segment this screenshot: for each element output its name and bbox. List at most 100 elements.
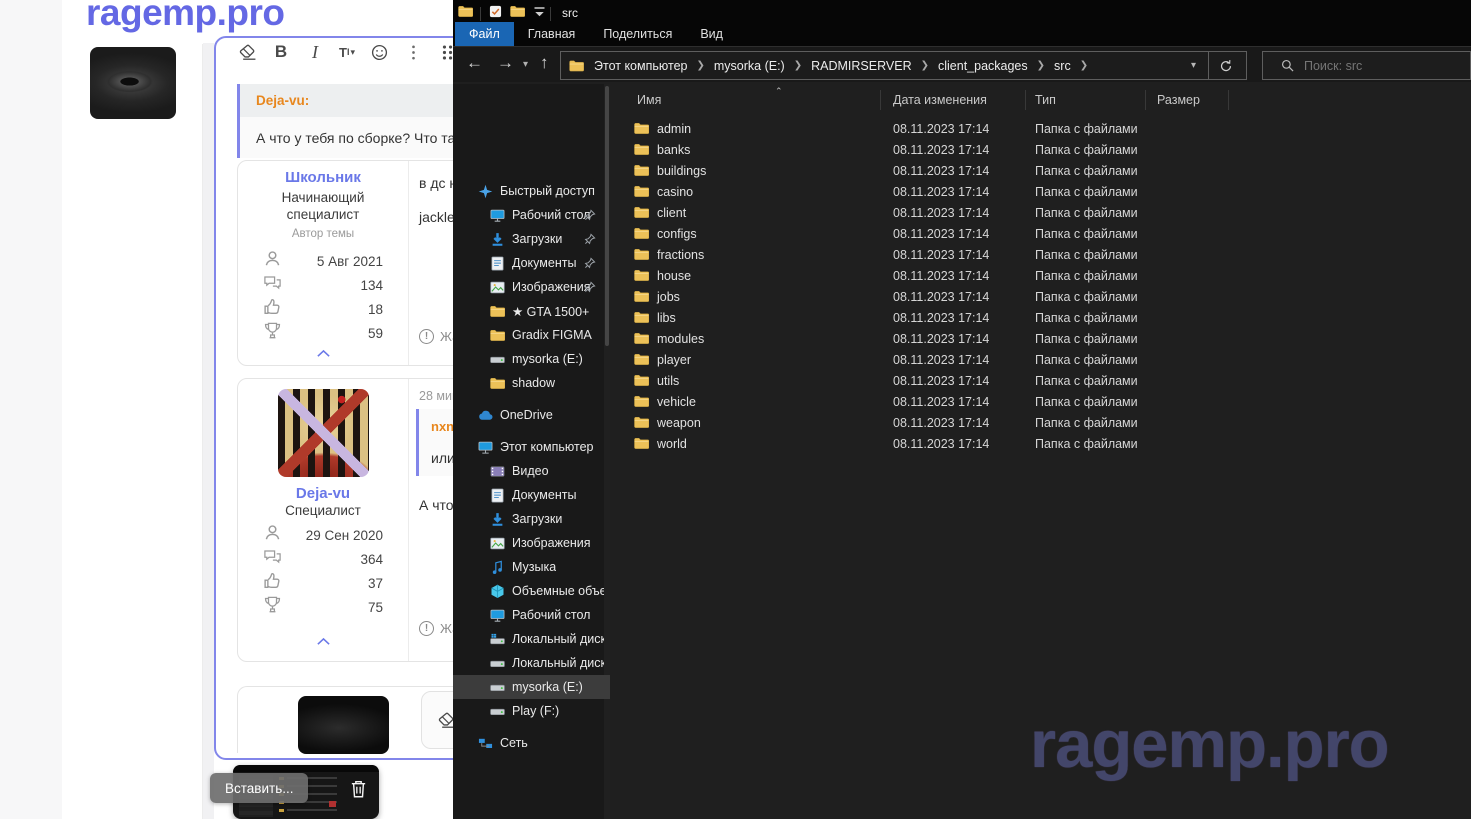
- pictures-icon: [489, 279, 505, 295]
- breadcrumb-item[interactable]: mysorka (E:): [712, 59, 787, 73]
- author-avatar[interactable]: [298, 696, 389, 754]
- nav-item-mysorka-e-[interactable]: mysorka (E:): [453, 675, 610, 699]
- column-header-3[interactable]: Размер: [1157, 88, 1200, 112]
- column-divider[interactable]: [880, 90, 881, 110]
- new-folder-icon[interactable]: [510, 5, 525, 23]
- nav-item-сеть[interactable]: Сеть: [453, 731, 604, 755]
- folder-icon[interactable]: [458, 5, 473, 23]
- breadcrumb-item[interactable]: client_packages: [936, 59, 1030, 73]
- nav-item-изображения[interactable]: Изображения: [453, 531, 604, 555]
- file-name: client: [657, 206, 686, 220]
- nav-item-gradix-figma[interactable]: Gradix FIGMA: [453, 323, 604, 347]
- column-header-1[interactable]: Дата изменения: [893, 88, 987, 112]
- nav-item-видео[interactable]: Видео: [453, 459, 604, 483]
- likes-icon: [263, 297, 282, 321]
- breadcrumb-item[interactable]: RADMIRSERVER: [809, 59, 913, 73]
- drive-icon: [489, 655, 505, 671]
- file-row-weapon[interactable]: weapon08.11.2023 17:14Папка с файлами: [610, 412, 1471, 433]
- up-button[interactable]: ↑: [540, 53, 549, 73]
- breadcrumb[interactable]: Этот компьютер❯mysorka (E:)❯RADMIRSERVER…: [560, 51, 1247, 80]
- file-row-vehicle[interactable]: vehicle08.11.2023 17:14Папка с файлами: [610, 391, 1471, 412]
- column-header-2[interactable]: Тип: [1035, 88, 1056, 112]
- file-row-configs[interactable]: configs08.11.2023 17:14Папка с файлами: [610, 223, 1471, 244]
- italic-icon[interactable]: I: [305, 42, 325, 62]
- ribbon-tab-файл[interactable]: Файл: [455, 22, 514, 46]
- nav-item-объемные-объекты[interactable]: Объемные объекты: [453, 579, 604, 603]
- nav-item-локальный-диск-c-[interactable]: Локальный диск (C:): [453, 627, 604, 651]
- nav-item-shadow[interactable]: shadow: [453, 371, 604, 395]
- file-row-banks[interactable]: banks08.11.2023 17:14Папка с файлами: [610, 139, 1471, 160]
- nav-item-play-f-[interactable]: Play (F:): [453, 699, 604, 723]
- address-dropdown-icon[interactable]: ▾: [1179, 60, 1208, 71]
- ribbon-tab-главная[interactable]: Главная: [514, 22, 590, 46]
- recent-locations-icon[interactable]: ▾: [523, 59, 528, 70]
- nav-item-быстрый-доступ[interactable]: Быстрый доступ: [453, 179, 604, 203]
- file-row-jobs[interactable]: jobs08.11.2023 17:14Папка с файлами: [610, 286, 1471, 307]
- forward-button[interactable]: →: [497, 53, 514, 73]
- file-row-fractions[interactable]: fractions08.11.2023 17:14Папка с файлами: [610, 244, 1471, 265]
- ribbon-tab-вид[interactable]: Вид: [686, 22, 737, 46]
- file-type: Папка с файлами: [1035, 206, 1138, 220]
- emoji-icon[interactable]: [369, 42, 389, 62]
- nav-item-mysorka-e-[interactable]: mysorka (E:): [453, 347, 604, 371]
- nav-item-рабочий-стол[interactable]: Рабочий стол: [453, 603, 604, 627]
- nav-item-музыка[interactable]: Музыка: [453, 555, 604, 579]
- author-username-link[interactable]: Deja-vu: [296, 485, 350, 502]
- member-icon: [263, 523, 282, 547]
- more-options-icon[interactable]: [403, 42, 423, 62]
- messages-icon: [263, 547, 282, 571]
- site-logo[interactable]: ragemp.pro: [86, 0, 285, 34]
- breadcrumb-item[interactable]: src: [1052, 59, 1073, 73]
- column-header-0[interactable]: Имя⌃: [637, 88, 661, 112]
- nav-item-загрузки[interactable]: Загрузки: [453, 227, 604, 251]
- objects3d-icon: [489, 583, 505, 599]
- collapse-post-icon[interactable]: [316, 633, 331, 651]
- file-type: Папка с файлами: [1035, 290, 1138, 304]
- back-button[interactable]: ←: [466, 53, 483, 73]
- column-divider[interactable]: [1025, 90, 1026, 110]
- file-row-house[interactable]: house08.11.2023 17:14Папка с файлами: [610, 265, 1471, 286]
- nav-item-изображения[interactable]: Изображения: [453, 275, 604, 299]
- file-row-casino[interactable]: casino08.11.2023 17:14Папка с файлами: [610, 181, 1471, 202]
- folder-icon: [634, 248, 649, 261]
- file-row-world[interactable]: world08.11.2023 17:14Папка с файлами: [610, 433, 1471, 454]
- nav-item-документы[interactable]: Документы: [453, 483, 604, 507]
- breadcrumb-item[interactable]: Этот компьютер: [592, 59, 689, 73]
- quick-access-toolbar[interactable]: [458, 5, 551, 23]
- cloud-icon: [477, 407, 493, 423]
- collapse-post-icon[interactable]: [316, 345, 331, 363]
- file-row-modules[interactable]: modules08.11.2023 17:14Папка с файлами: [610, 328, 1471, 349]
- properties-checkbox-icon[interactable]: [488, 5, 503, 23]
- author-avatar[interactable]: [278, 389, 369, 477]
- search-box[interactable]: [1262, 51, 1471, 80]
- nav-item-onedrive[interactable]: OneDrive: [453, 403, 604, 427]
- nav-item-локальный-диск-d-[interactable]: Локальный диск (D:): [453, 651, 604, 675]
- bold-icon[interactable]: B: [271, 42, 291, 62]
- text-size-icon[interactable]: TI▾: [339, 42, 355, 62]
- search-input[interactable]: [1304, 59, 1444, 73]
- file-row-buildings[interactable]: buildings08.11.2023 17:14Папка с файлами: [610, 160, 1471, 181]
- author-stat: 364: [263, 547, 383, 571]
- column-divider[interactable]: [1145, 90, 1146, 110]
- file-row-libs[interactable]: libs08.11.2023 17:14Папка с файлами: [610, 307, 1471, 328]
- customize-qat-icon[interactable]: [532, 5, 543, 23]
- profile-avatar[interactable]: [90, 47, 176, 119]
- paste-button[interactable]: Вставить...: [210, 773, 308, 803]
- file-row-player[interactable]: player08.11.2023 17:14Папка с файлами: [610, 349, 1471, 370]
- ribbon-tab-поделиться[interactable]: Поделиться: [589, 22, 686, 46]
- file-row-utils[interactable]: utils08.11.2023 17:14Папка с файлами: [610, 370, 1471, 391]
- nav-item-загрузки[interactable]: Загрузки: [453, 507, 604, 531]
- author-username-link[interactable]: Школьник: [285, 169, 361, 186]
- folder-icon: [634, 395, 649, 408]
- remove-format-icon[interactable]: [237, 42, 257, 62]
- nav-item-этот-компьютер[interactable]: Этот компьютер: [453, 435, 604, 459]
- delete-attachment-icon[interactable]: [349, 779, 368, 799]
- downloads-icon: [489, 231, 505, 247]
- file-row-client[interactable]: client08.11.2023 17:14Папка с файлами: [610, 202, 1471, 223]
- refresh-button[interactable]: [1208, 52, 1242, 79]
- file-row-admin[interactable]: admin08.11.2023 17:14Папка с файлами: [610, 118, 1471, 139]
- column-divider[interactable]: [1228, 90, 1229, 110]
- nav-item-рабочий-стол[interactable]: Рабочий стол: [453, 203, 604, 227]
- nav-item-документы[interactable]: Документы: [453, 251, 604, 275]
- nav-item--gta-1500-[interactable]: ★ GTA 1500+: [453, 299, 604, 323]
